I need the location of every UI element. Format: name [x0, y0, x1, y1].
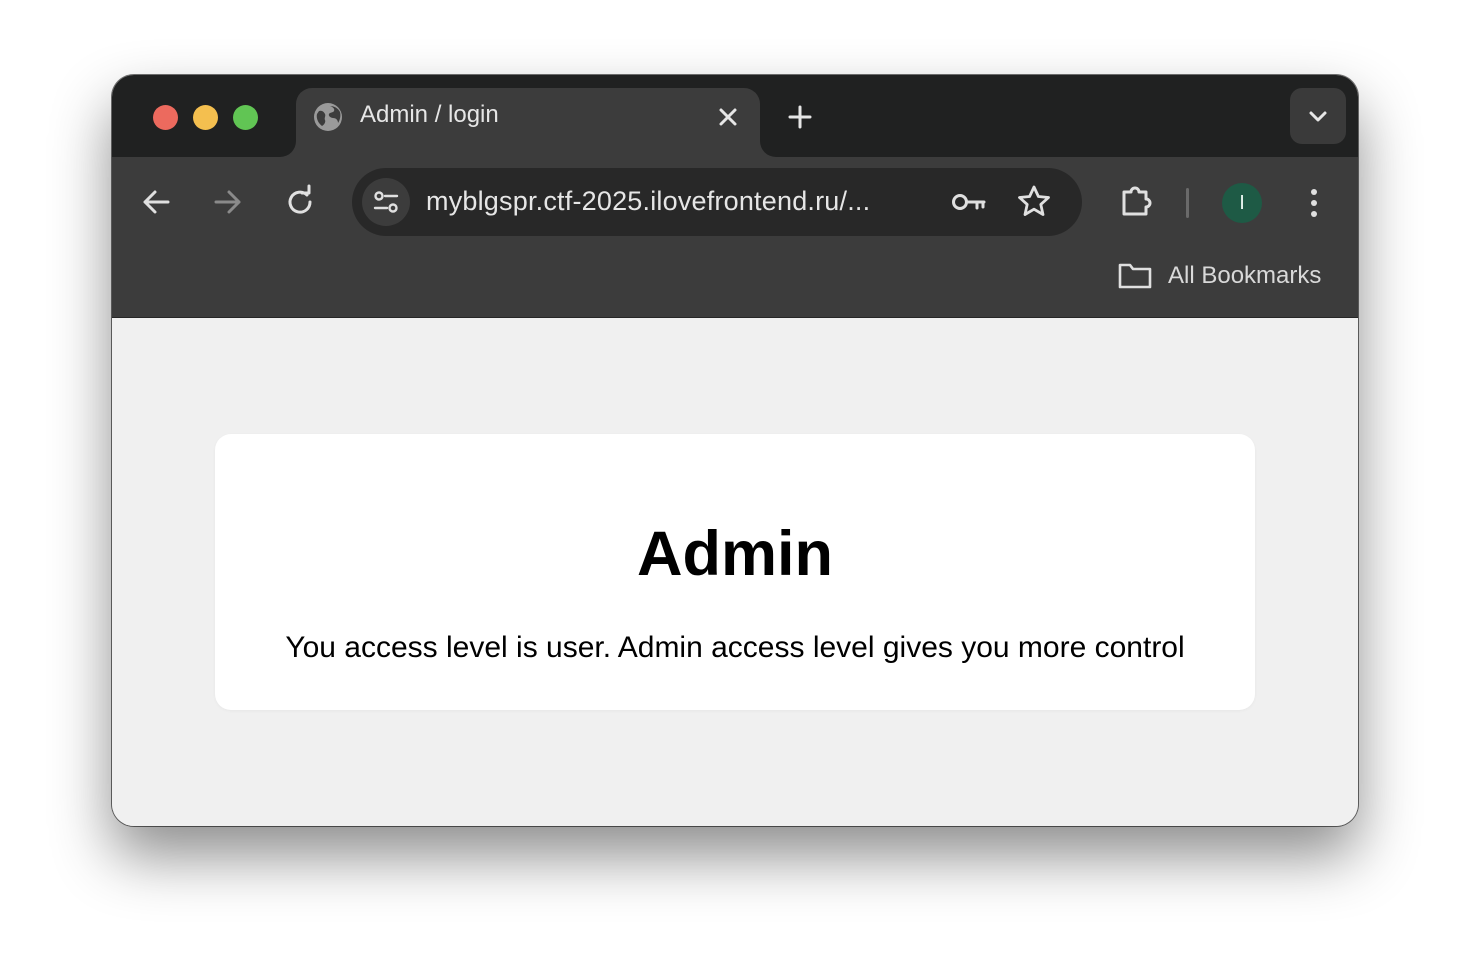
access-message: You access level is user. Admin access l…: [285, 631, 1185, 664]
back-arrow-icon[interactable]: [136, 182, 176, 222]
all-bookmarks-label[interactable]: All Bookmarks: [1168, 262, 1321, 290]
tab-strip: Admin / login: [112, 75, 1358, 157]
minimize-window-button[interactable]: [193, 105, 218, 130]
key-icon[interactable]: [949, 182, 989, 222]
tab-title: Admin / login: [360, 101, 499, 128]
more-menu-icon[interactable]: [1294, 183, 1334, 223]
forward-arrow-icon[interactable]: [208, 182, 248, 222]
tab-search-button[interactable]: [1290, 88, 1346, 144]
new-tab-icon[interactable]: [785, 102, 815, 132]
admin-card: Admin You access level is user. Admin ac…: [215, 434, 1255, 710]
page-title: Admin: [637, 519, 833, 589]
site-info-button[interactable]: [362, 178, 410, 226]
page-content: Admin You access level is user. Admin ac…: [112, 318, 1358, 826]
tune-icon: [373, 191, 399, 213]
star-icon[interactable]: [1014, 182, 1054, 222]
close-window-button[interactable]: [153, 105, 178, 130]
toolbar-separator: [1186, 188, 1189, 218]
maximize-window-button[interactable]: [233, 105, 258, 130]
active-tab[interactable]: Admin / login: [296, 88, 760, 157]
toolbar: myblgspr.ctf-2025.ilovefrontend.ru/... I: [112, 157, 1358, 366]
extensions-icon[interactable]: [1116, 182, 1156, 222]
reload-icon[interactable]: [280, 182, 320, 222]
address-bar[interactable]: myblgspr.ctf-2025.ilovefrontend.ru/...: [352, 168, 1082, 236]
url-text: myblgspr.ctf-2025.ilovefrontend.ru/...: [426, 186, 871, 216]
profile-avatar[interactable]: I: [1222, 183, 1262, 223]
globe-icon: [314, 103, 342, 131]
folder-icon[interactable]: [1117, 259, 1153, 291]
chevron-down-icon: [1309, 111, 1327, 122]
close-tab-icon[interactable]: [714, 103, 742, 131]
browser-window: Admin / login myblgspr.ctf-2025.ilovefro…: [112, 75, 1358, 826]
